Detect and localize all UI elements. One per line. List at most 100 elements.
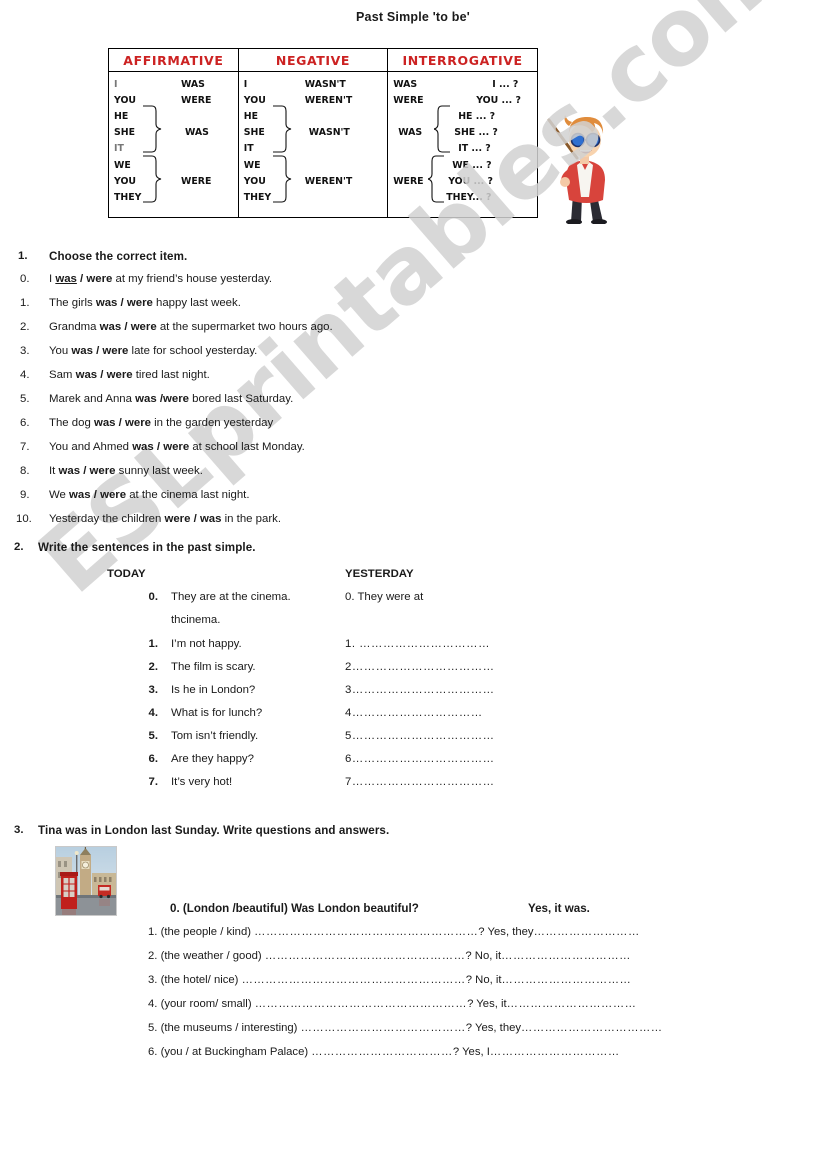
- neg-pronoun-you: YOU: [243, 95, 266, 106]
- ex2-today-0-line2: thcinema.: [171, 614, 221, 626]
- teacher-character-illustration: [547, 115, 607, 224]
- ex2-today-3: Is he in London?: [171, 684, 256, 696]
- pronoun-i: I: [114, 79, 118, 90]
- ex2-today-0: They are at the cinema.: [171, 591, 291, 603]
- neg-brace-plural: [271, 155, 293, 203]
- ex1-num-7: 7.: [20, 441, 30, 453]
- ex3-item-3[interactable]: 3. (the hotel/ nice) ……………………………………………………: [148, 974, 631, 986]
- ex1-item-4: Sam was / were tired last night.: [49, 369, 210, 381]
- ex1-num-9: 9.: [20, 489, 30, 501]
- ex1-item-7: You and Ahmed was / were at school last …: [49, 441, 305, 453]
- ex1-item-10: Yesterday the children were / was in the…: [49, 513, 281, 525]
- pronoun-it: IT: [114, 143, 124, 154]
- pronoun-you-2: YOU: [114, 176, 137, 187]
- int-subject-you-2: YOU ... ?: [448, 176, 493, 187]
- ex3-item-5[interactable]: 5. (the museums / interesting) …………………………: [148, 1022, 663, 1034]
- ex2-today-1: I’m not happy.: [171, 638, 242, 650]
- ex2-yesterday-3[interactable]: 3………………………………: [345, 684, 495, 696]
- int-verb-were-group: WERE: [393, 176, 424, 187]
- ex1-num-0: 0.: [20, 273, 30, 285]
- ex2-num-3: 3.: [148, 684, 159, 696]
- ex2-yesterday-4[interactable]: 4……………………………: [345, 707, 483, 719]
- int-subject-we: WE ... ?: [452, 160, 492, 171]
- ex3-item-6[interactable]: 6. (you / at Buckingham Palace) ………………………: [148, 1046, 620, 1058]
- verb-were-group: WERE: [181, 176, 212, 187]
- int-brace-plural: [428, 155, 446, 203]
- ex2-yesterday-2[interactable]: 2………………………………: [345, 661, 495, 673]
- ex2-today-4: What is for lunch?: [171, 707, 263, 719]
- int-brace-singular: [434, 105, 452, 153]
- ex1-item-3: You was / were late for school yesterday…: [49, 345, 258, 357]
- cell-affirmative: I YOU HE SHE IT WE YOU THEY WAS WERE WAS…: [108, 71, 239, 218]
- column-header-yesterday: YESTERDAY: [345, 568, 414, 580]
- verb-were-you: WERE: [181, 95, 212, 106]
- pronoun-he: HE: [114, 111, 129, 122]
- ex1-item-0: I was / were at my friend’s house yester…: [49, 273, 273, 285]
- header-negative: NEGATIVE: [237, 48, 389, 72]
- ex1-item-9: We was / were at the cinema last night.: [49, 489, 250, 501]
- pronoun-they: THEY: [114, 192, 142, 203]
- pronoun-you: YOU: [114, 95, 137, 106]
- exercise2-heading: Write the sentences in the past simple.: [38, 541, 256, 554]
- affirmative-content: I YOU HE SHE IT WE YOU THEY WAS WERE WAS…: [109, 72, 238, 217]
- int-verb-was-group: WAS: [398, 127, 423, 138]
- neg-pronoun-you-2: YOU: [243, 176, 266, 187]
- header-interrogative: INTERROGATIVE: [387, 48, 538, 72]
- negative-content: I YOU HE SHE IT WE YOU THEY WASN'T WEREN…: [239, 72, 387, 217]
- ex3-item-4[interactable]: 4. (your room/ small) …………………………………………………: [148, 998, 636, 1010]
- neg-pronoun-they: THEY: [243, 192, 272, 203]
- exercise3-number: 3.: [14, 824, 24, 836]
- ex3-item-2[interactable]: 2. (the weather / good) ……………………………………………: [148, 950, 631, 962]
- neg-pronoun-he: HE: [243, 111, 259, 122]
- exercise1-heading: Choose the correct item.: [49, 250, 188, 263]
- table-header-row: AFFIRMATIVE NEGATIVE INTERROGATIVE: [108, 48, 538, 72]
- int-subject-they: THEY... ?: [446, 192, 492, 203]
- ex1-num-1: 1.: [20, 297, 30, 309]
- brace-singular: [141, 105, 163, 153]
- neg-pronoun-it: IT: [243, 143, 254, 154]
- grammar-table: AFFIRMATIVE NEGATIVE INTERROGATIVE I YOU…: [108, 48, 538, 218]
- ex2-today-5: Tom isn’t friendly.: [171, 730, 259, 742]
- ex2-today-7: It’s very hot!: [171, 776, 233, 788]
- int-verb-was-i: WAS: [393, 79, 418, 90]
- ex1-num-5: 5.: [20, 393, 30, 405]
- ex2-num-7: 7.: [148, 776, 159, 788]
- ex2-today-6: Are they happy?: [171, 753, 254, 765]
- brace-plural: [141, 155, 163, 203]
- ex2-num-0: 0.: [148, 591, 159, 603]
- verb-werent-group: WEREN'T: [304, 176, 353, 187]
- ex2-num-2: 2.: [148, 661, 159, 673]
- neg-pronoun-i: I: [243, 79, 248, 90]
- ex2-num-5: 5.: [148, 730, 159, 742]
- ex3-item-1[interactable]: 1. (the people / kind) ………………………………………………: [148, 926, 640, 938]
- cell-interrogative: WAS WERE WAS WERE I ... ? YOU ... ? HE .…: [387, 71, 538, 218]
- ex3-example-question: 0. (London /beautiful) Was London beauti…: [170, 902, 419, 915]
- ex1-num-10: 10.: [16, 513, 32, 525]
- verb-was-i: WAS: [181, 79, 205, 90]
- ex2-yesterday-5[interactable]: 5………………………………: [345, 730, 495, 742]
- ex2-yesterday-1[interactable]: 1. ……………………………: [345, 638, 490, 650]
- ex1-num-2: 2.: [20, 321, 30, 333]
- exercise3-heading: Tina was in London last Sunday. Write qu…: [38, 824, 390, 837]
- int-subject-it: IT ... ?: [458, 143, 491, 154]
- int-subject-you: YOU ... ?: [476, 95, 521, 106]
- neg-pronoun-we: WE: [243, 160, 261, 171]
- ex1-num-6: 6.: [20, 417, 30, 429]
- verb-was-group: WAS: [185, 127, 209, 138]
- int-subject-she: SHE ... ?: [454, 127, 498, 138]
- int-subject-i: I ... ?: [492, 79, 519, 90]
- ex2-num-4: 4.: [148, 707, 159, 719]
- ex2-yesterday-6[interactable]: 6………………………………: [345, 753, 495, 765]
- pronoun-she: SHE: [114, 127, 136, 138]
- interrogative-content: WAS WERE WAS WERE I ... ? YOU ... ? HE .…: [388, 72, 537, 217]
- neg-pronoun-she: SHE: [243, 127, 265, 138]
- london-photo: [55, 846, 117, 916]
- ex1-num-4: 4.: [20, 369, 30, 381]
- ex1-item-2: Grandma was / were at the supermarket tw…: [49, 321, 333, 333]
- header-affirmative: AFFIRMATIVE: [108, 48, 239, 72]
- ex2-yesterday-7[interactable]: 7………………………………: [345, 776, 495, 788]
- verb-wasnt-i: WASN'T: [304, 79, 346, 90]
- int-subject-he: HE ... ?: [458, 111, 496, 122]
- ex1-item-6: The dog was / were in the garden yesterd…: [49, 417, 274, 429]
- neg-brace-singular: [271, 105, 293, 153]
